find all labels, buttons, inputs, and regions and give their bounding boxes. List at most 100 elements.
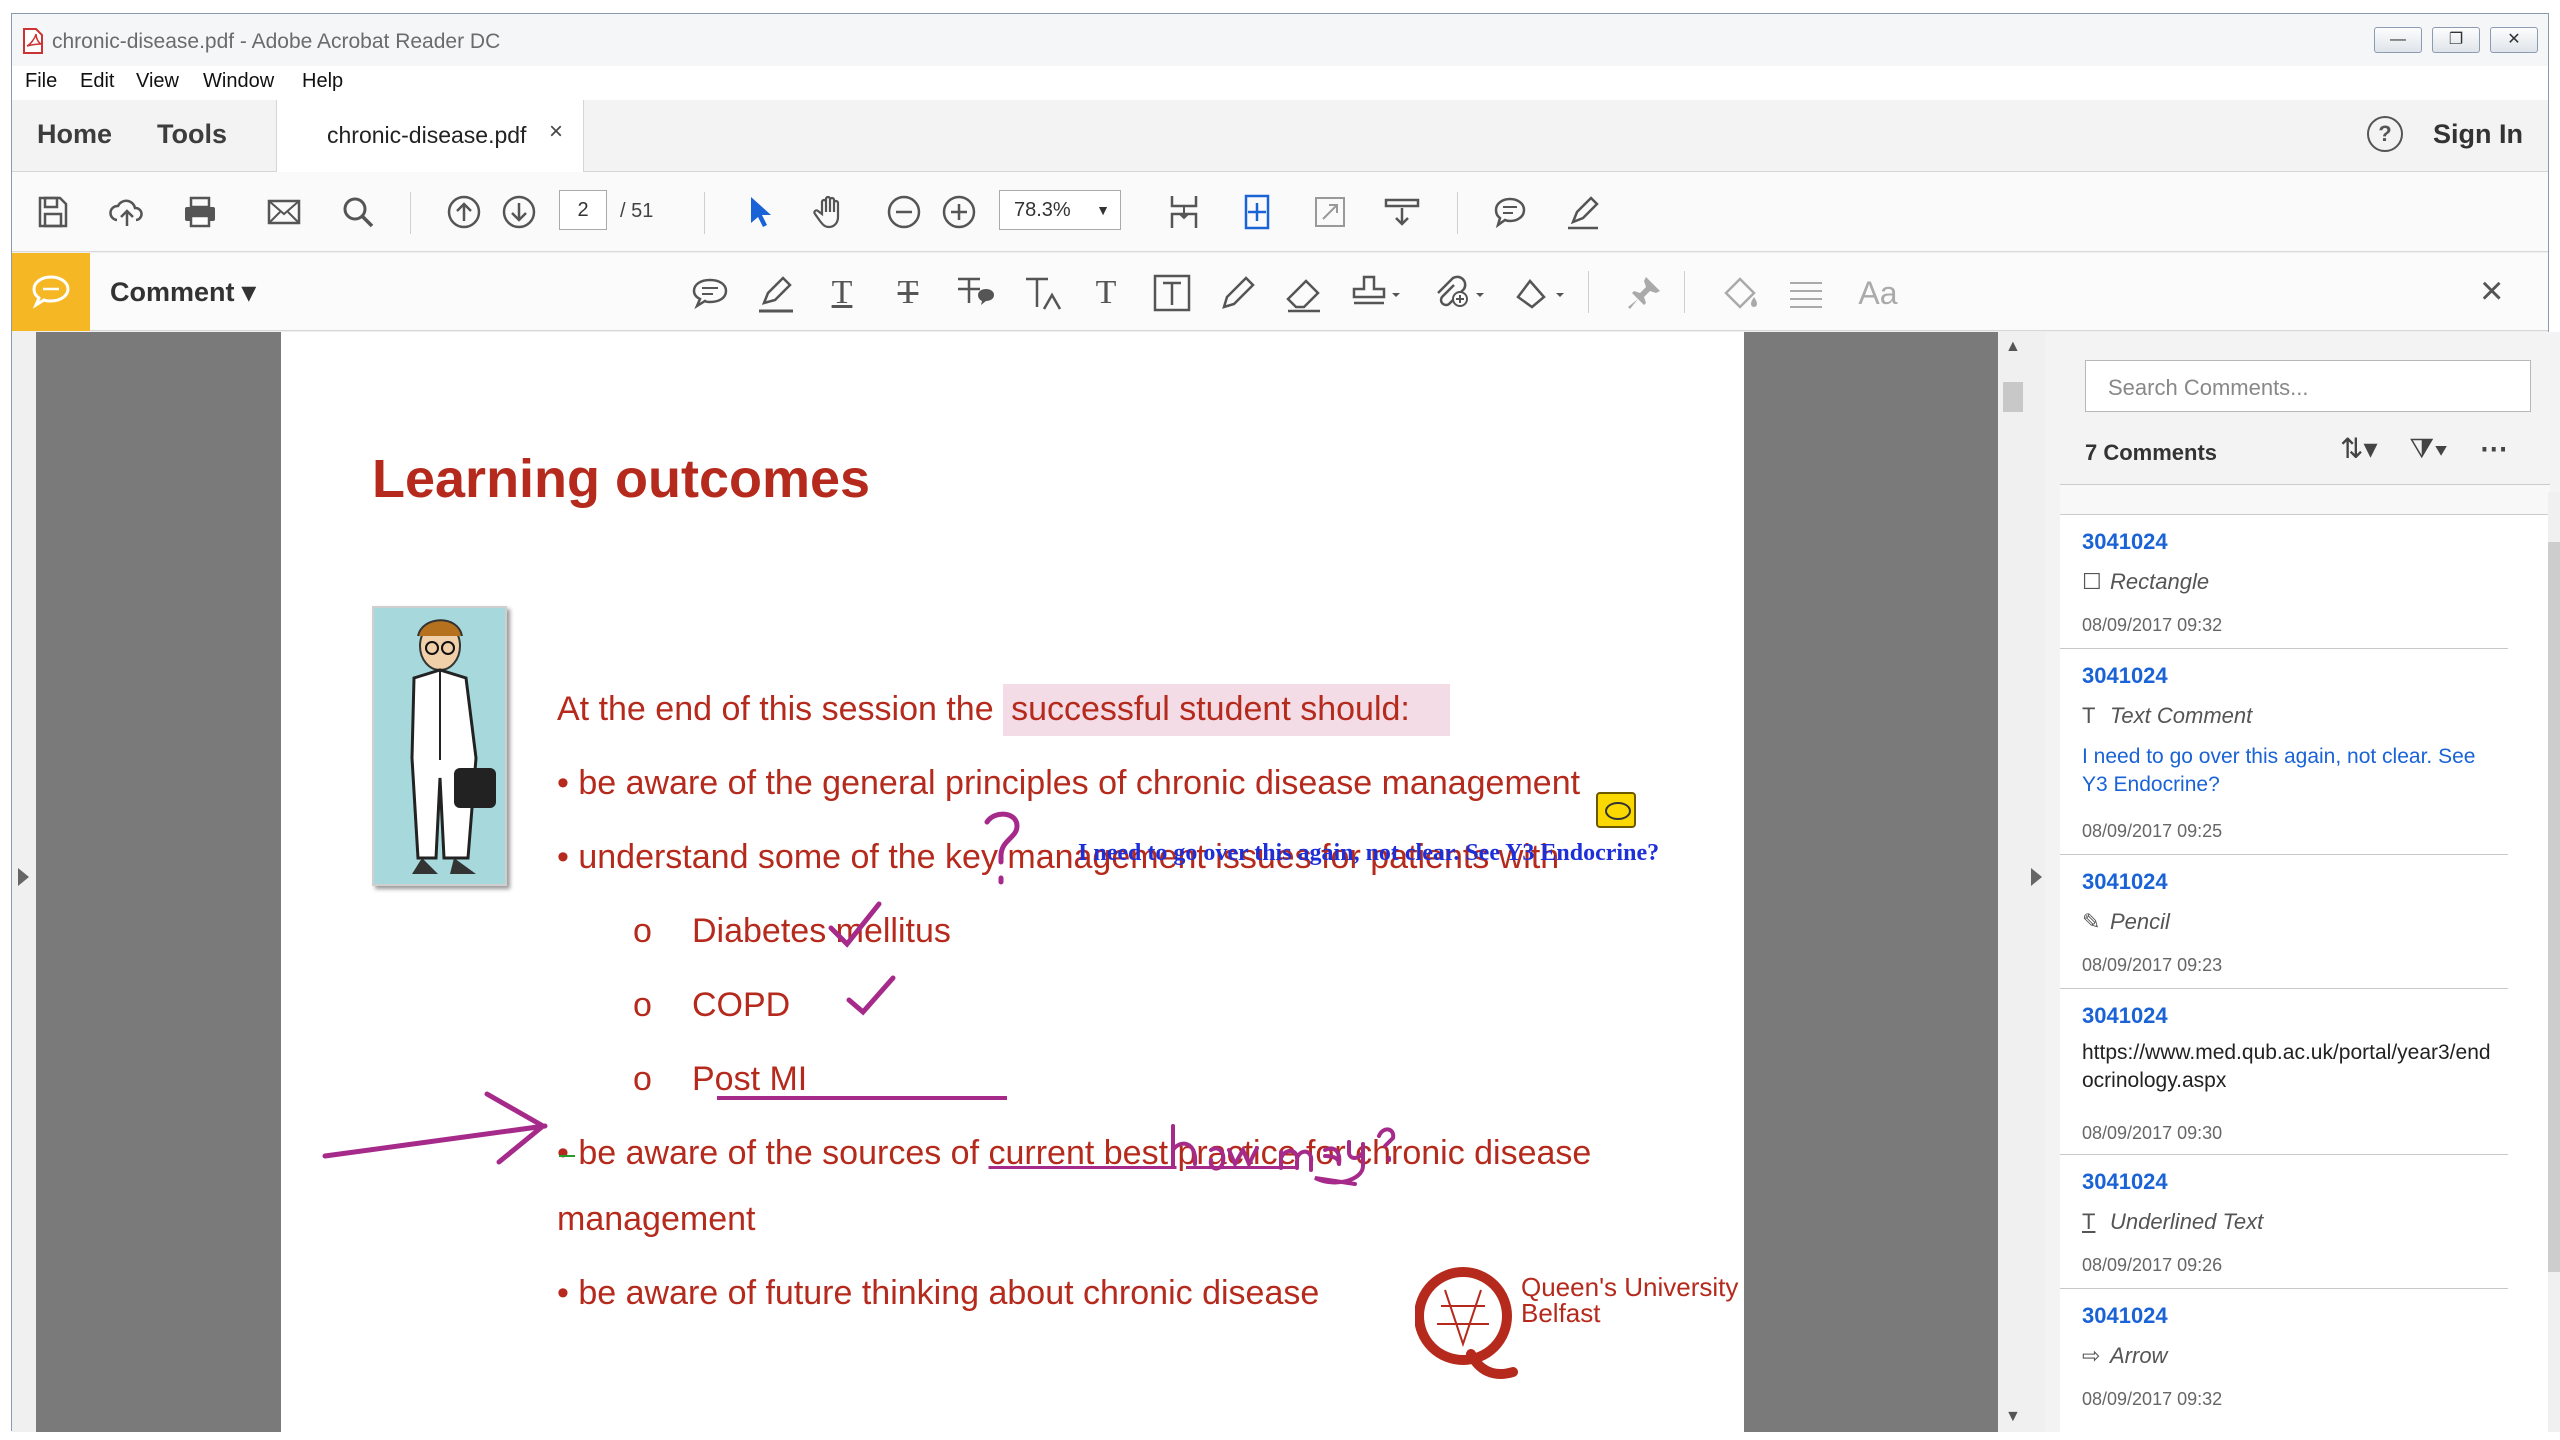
comment-author: 3041024: [2082, 529, 2168, 554]
comment-count: 7 Comments: [2085, 440, 2218, 465]
right-panel-toggle[interactable]: [2028, 332, 2045, 1432]
zoom-level-select[interactable]: 78.3% ▼: [999, 190, 1121, 230]
pin-icon[interactable]: [1622, 271, 1666, 315]
scroll-down-icon[interactable]: ▼: [2005, 1408, 2021, 1426]
comment-item[interactable]: 3041024 T Underlined Text 08/09/2017 09:2…: [2060, 1155, 2508, 1289]
comment-body: I need to go over this again, not clear.…: [2082, 745, 2476, 796]
left-panel-toggle[interactable]: [12, 332, 36, 1432]
stamp-icon[interactable]: [1350, 271, 1406, 315]
filter-icon[interactable]: ⧩▾: [2409, 433, 2448, 464]
qub-wordmark: Queen's University Belfast: [1521, 1274, 1738, 1326]
scrolling-mode-icon[interactable]: [1164, 192, 1204, 232]
comment-type-label: Rectangle: [2110, 569, 2210, 594]
menu-edit[interactable]: Edit: [80, 70, 114, 93]
sort-icon[interactable]: ⇅▾: [2340, 433, 2378, 464]
menu-file[interactable]: File: [25, 70, 57, 93]
drawing-tools-icon[interactable]: [1512, 271, 1572, 315]
comments-scrollbar[interactable]: [2548, 492, 2560, 1432]
zoom-out-icon[interactable]: [884, 192, 924, 232]
full-screen-icon[interactable]: [1310, 192, 1350, 232]
menu-window[interactable]: Window: [203, 70, 274, 93]
post-mi-check-ink: [846, 975, 896, 1016]
page-number-input[interactable]: 2: [559, 190, 607, 230]
comment-item[interactable]: 3041024 ⇨ Arrow 08/09/2017 09:32: [2060, 1289, 2508, 1429]
comment-author: 3041024: [2082, 1169, 2168, 1194]
qub-name-line-1: Queen's University: [1521, 1272, 1739, 1302]
highlight-text-icon[interactable]: [754, 271, 798, 315]
search-icon[interactable]: [338, 192, 378, 232]
menu-help[interactable]: Help: [302, 70, 343, 93]
replace-text-icon[interactable]: [952, 271, 996, 315]
comment-item[interactable]: 3041024 ✎ Pencil 08/09/2017 09:23: [2060, 855, 2508, 989]
add-text-icon[interactable]: T: [1084, 271, 1128, 315]
underline-text-icon[interactable]: T: [820, 271, 864, 315]
add-comment-icon[interactable]: [1490, 192, 1530, 232]
comment-tool-badge: [12, 253, 90, 331]
tab-home[interactable]: Home: [37, 119, 112, 150]
menu-view[interactable]: View: [136, 70, 179, 93]
document-area: Learning outcomes At the end of this ses…: [12, 332, 2045, 1432]
comment-bubble-icon: [32, 275, 70, 309]
ink-annotations: [322, 811, 1396, 1186]
more-options-icon[interactable]: ⋯: [2480, 433, 2508, 464]
line-width-icon[interactable]: [1784, 271, 1828, 315]
restore-button[interactable]: ❐: [2432, 27, 2480, 53]
tab-bar: Home Tools chronic-disease.pdf × ? Sign …: [12, 100, 2548, 172]
search-comments-input[interactable]: Search Comments...: [2085, 360, 2531, 412]
help-icon[interactable]: ?: [2367, 116, 2403, 152]
comment-item[interactable]: 3041024 ☐ Rectangle 08/09/2017 09:32: [2060, 515, 2508, 649]
acrobat-reader-window: chronic-disease.pdf - Adobe Acrobat Read…: [0, 0, 2560, 1440]
page-total: / 51: [620, 200, 654, 222]
separator: [1684, 271, 1685, 313]
sign-in-button[interactable]: Sign In: [2433, 119, 2523, 150]
tab-tools[interactable]: Tools: [157, 119, 227, 150]
upload-cloud-icon[interactable]: [107, 192, 147, 232]
tab-document[interactable]: chronic-disease.pdf ×: [276, 100, 584, 172]
save-icon[interactable]: [32, 192, 72, 232]
comment-date: 08/09/2017 09:32: [2082, 615, 2223, 635]
insert-text-icon[interactable]: [1020, 271, 1064, 315]
comment-menu[interactable]: Comment ▾: [110, 277, 256, 308]
close-tab-button[interactable]: ×: [549, 118, 563, 146]
pdf-file-icon: [22, 28, 44, 54]
pencil-icon[interactable]: [1216, 271, 1260, 315]
highlight-icon[interactable]: [1563, 192, 1603, 232]
document-scrollbar[interactable]: ▲ ▼: [1998, 332, 2028, 1432]
fit-page-icon[interactable]: [1237, 192, 1277, 232]
fill-color-icon[interactable]: [1718, 271, 1762, 315]
scrollbar-thumb[interactable]: [2003, 382, 2023, 412]
window-title: chronic-disease.pdf - Adobe Acrobat Read…: [52, 30, 501, 53]
minimize-button[interactable]: —: [2374, 27, 2422, 53]
qub-crest-logo: [1415, 1267, 1518, 1379]
copd-check-ink: [828, 901, 882, 948]
close-comment-toolbar-button[interactable]: ×: [2480, 269, 2503, 314]
comment-type-label: Text Comment: [2110, 703, 2253, 728]
comment-body: https://www.med.qub.ac.uk/portal/year3/e…: [2082, 1041, 2491, 1092]
email-icon[interactable]: [264, 192, 304, 232]
print-icon[interactable]: [180, 192, 220, 232]
attach-file-icon[interactable]: [1430, 271, 1490, 315]
previous-page-icon[interactable]: [444, 192, 484, 232]
strikethrough-text-icon[interactable]: T: [886, 271, 930, 315]
next-page-icon[interactable]: [499, 192, 539, 232]
select-cursor-icon[interactable]: [739, 192, 779, 232]
text-box-icon[interactable]: [1150, 271, 1194, 315]
eraser-icon[interactable]: [1282, 271, 1326, 315]
hand-tool-icon[interactable]: [810, 192, 850, 232]
close-window-button[interactable]: ✕: [2490, 27, 2538, 53]
qub-name-line-2: Belfast: [1521, 1298, 1601, 1328]
rectangle-icon: ☐: [2082, 569, 2102, 594]
comment-item[interactable]: 3041024 T Text Comment I need to go over …: [2060, 649, 2508, 855]
comment-date: 08/09/2017 09:30: [2082, 1123, 2223, 1143]
text-icon: T: [2082, 703, 2096, 728]
arrow-ink: [322, 1091, 548, 1165]
read-mode-icon[interactable]: [1382, 192, 1422, 232]
sticky-note-icon[interactable]: [688, 271, 732, 315]
zoom-in-icon[interactable]: [939, 192, 979, 232]
comment-item[interactable]: 3041024 https://www.med.qub.ac.uk/portal…: [2060, 989, 2508, 1155]
comments-scrollbar-thumb[interactable]: [2548, 542, 2560, 1272]
comment-author: 3041024: [2082, 1003, 2168, 1028]
scroll-up-icon[interactable]: ▲: [2005, 338, 2021, 356]
pdf-page[interactable]: Learning outcomes At the end of this ses…: [281, 332, 1744, 1432]
font-properties-icon[interactable]: Aa: [1850, 271, 1906, 315]
